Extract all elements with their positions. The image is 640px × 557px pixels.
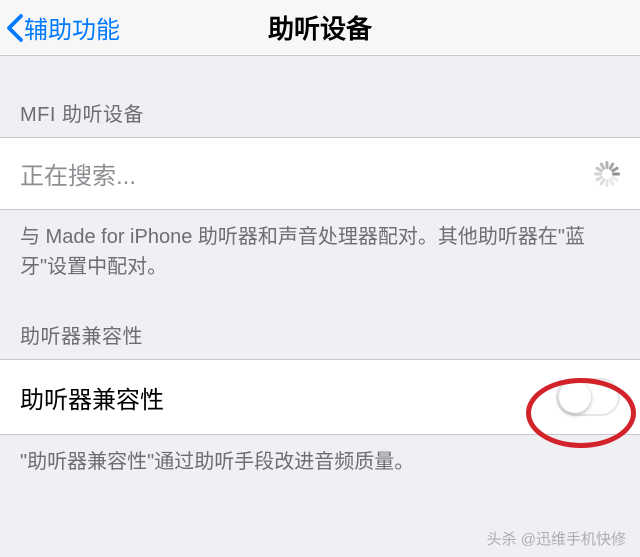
compat-toggle[interactable] (556, 378, 620, 416)
section-footer-mfi: 与 Made for iPhone 助听器和声音处理器配对。其他助听器在"蓝牙"… (0, 210, 640, 294)
section-footer-compat: "助听器兼容性"通过助听手段改进音频质量。 (0, 435, 640, 489)
section-header-mfi: MFI 助听设备 (0, 56, 640, 137)
searching-row: 正在搜索... (0, 137, 640, 210)
compat-label: 助听器兼容性 (20, 380, 164, 415)
section-header-compat: 助听器兼容性 (0, 294, 640, 359)
searching-label: 正在搜索... (20, 156, 136, 191)
watermark-text: 头杀 @迅维手机快修 (487, 528, 626, 549)
toggle-knob (559, 381, 591, 413)
navbar: 辅助功能 助听设备 (0, 0, 640, 56)
chevron-left-icon (6, 13, 24, 43)
back-label: 辅助功能 (24, 10, 120, 45)
loading-spinner-icon (594, 161, 620, 187)
back-button[interactable]: 辅助功能 (0, 10, 120, 45)
compat-row[interactable]: 助听器兼容性 (0, 359, 640, 435)
